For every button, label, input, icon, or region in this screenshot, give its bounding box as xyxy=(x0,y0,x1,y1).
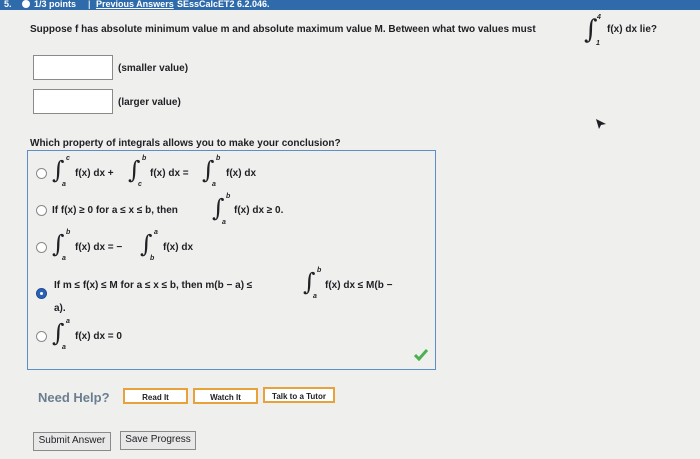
need-help-label: Need Help? xyxy=(38,390,110,405)
question-number: 5. xyxy=(4,0,12,9)
bound-upper: a xyxy=(154,229,158,236)
option-2-tail: f(x) dx ≥ 0. xyxy=(234,205,284,216)
option-2-prefix: If f(x) ≥ 0 for a ≤ x ≤ b, then xyxy=(52,205,178,216)
cursor-icon xyxy=(596,119,606,129)
larger-value-input[interactable] xyxy=(33,89,113,114)
bound-lower: a xyxy=(62,344,66,351)
bound-upper: b xyxy=(226,193,231,200)
bound-lower: a xyxy=(313,293,317,300)
larger-value-label: (larger value) xyxy=(118,97,181,108)
bound-upper: b xyxy=(216,155,221,162)
option-1-radio[interactable] xyxy=(36,168,47,179)
save-progress-button[interactable]: Save Progress xyxy=(120,431,196,450)
read-it-button[interactable]: Read It xyxy=(123,388,188,404)
option-3-radio[interactable] xyxy=(36,242,47,253)
option-1-part-3: f(x) dx xyxy=(226,168,256,179)
points-label: 1/3 points xyxy=(34,0,77,9)
bound-lower: a xyxy=(62,181,66,188)
bound-upper: b xyxy=(142,155,147,162)
integral-lower: 1 xyxy=(596,40,600,47)
option-3-part-2: f(x) dx xyxy=(163,242,193,253)
option-3-part-1: f(x) dx = − xyxy=(75,242,123,253)
integral-sign-icon: ∫ xyxy=(303,268,316,296)
bound-lower: c xyxy=(138,181,142,188)
submit-answer-button[interactable]: Submit Answer xyxy=(33,432,111,451)
bound-upper: c xyxy=(66,155,70,162)
watch-it-button[interactable]: Watch It xyxy=(193,388,258,404)
option-5-part-1: f(x) dx = 0 xyxy=(75,331,122,342)
option-4-prefix: If m ≤ f(x) ≤ M for a ≤ x ≤ b, then m(b … xyxy=(54,280,253,291)
integral-sign-icon: ∫ xyxy=(140,230,153,258)
previous-answers-link[interactable]: Previous Answers xyxy=(96,0,174,9)
option-5-radio[interactable] xyxy=(36,331,47,342)
bound-lower: b xyxy=(150,255,155,262)
integral-sign-icon: ∫ xyxy=(52,156,65,184)
integral-sign-icon: ∫ xyxy=(52,230,65,258)
bound-upper: b xyxy=(317,267,322,274)
bound-lower: a xyxy=(222,219,226,226)
bound-upper: b xyxy=(66,229,71,236)
integral-sign-icon: ∫ xyxy=(202,156,215,184)
correct-check-icon xyxy=(414,349,428,361)
bound-lower: a xyxy=(212,181,216,188)
status-icon xyxy=(22,0,30,8)
option-4-line2: a). xyxy=(54,303,66,314)
integral-sign-icon: ∫ xyxy=(128,156,141,184)
integral-sign-icon: ∫ xyxy=(212,194,225,222)
separator: | xyxy=(88,0,91,9)
question-header: 5. 1/3 points | Previous Answers SEssCal… xyxy=(0,0,700,10)
property-question: Which property of integrals allows you t… xyxy=(30,138,341,149)
option-1-part-2: f(x) dx = xyxy=(150,168,189,179)
question-tail: f(x) dx lie? xyxy=(607,24,658,35)
smaller-value-input[interactable] xyxy=(33,55,113,80)
option-2-radio[interactable] xyxy=(36,205,47,216)
option-1-part-1: f(x) dx + xyxy=(75,168,114,179)
option-4-tail: f(x) dx ≤ M(b − xyxy=(325,280,393,291)
integral-sign-icon: ∫ xyxy=(52,319,65,347)
bound-lower: a xyxy=(62,255,66,262)
question-text: Suppose f has absolute minimum value m a… xyxy=(30,24,536,35)
option-4-radio[interactable] xyxy=(36,288,47,299)
integral-upper: 4 xyxy=(597,14,601,21)
talk-to-tutor-button[interactable]: Talk to a Tutor xyxy=(263,387,335,403)
smaller-value-label: (smaller value) xyxy=(118,63,189,74)
source-label: SEssCalcET2 6.2.046. xyxy=(177,0,270,9)
bound-upper: a xyxy=(66,318,70,325)
